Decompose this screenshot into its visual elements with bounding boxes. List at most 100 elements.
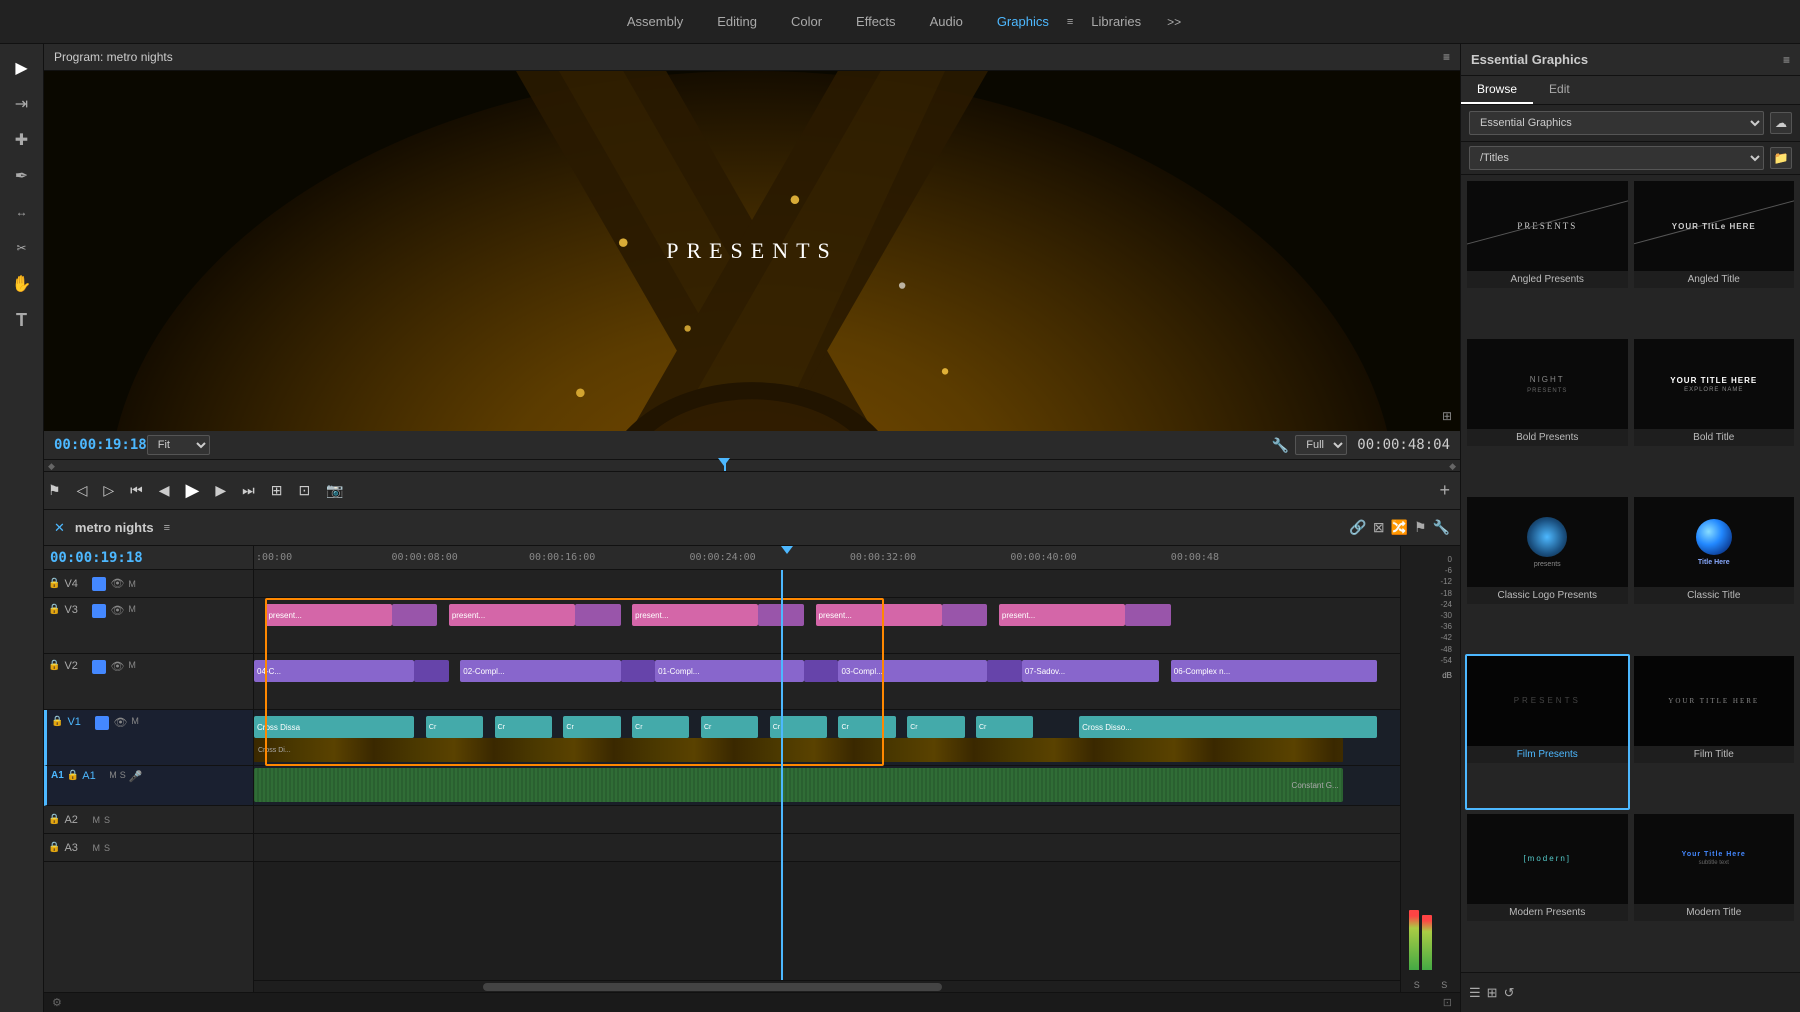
export-frame-btn[interactable]: 📷 [322, 480, 347, 501]
timeline-close-icon[interactable]: ✕ [54, 520, 65, 536]
graphics-modern-presents[interactable]: [modern] Modern Presents [1465, 812, 1630, 968]
hand-tool[interactable]: ✋ [6, 268, 38, 300]
track-a1-content[interactable]: Constant G... [254, 766, 1400, 806]
a1-lock[interactable]: 🔒 [67, 770, 79, 781]
track-a3-content[interactable] [254, 834, 1400, 862]
clip-v1-s1[interactable]: Cr [426, 716, 483, 738]
panel-grid-view-btn[interactable]: ⊞ [1487, 985, 1498, 1001]
monitor-menu-icon[interactable]: ≡ [1443, 50, 1450, 64]
step-fwd-btn[interactable]: ▶ [211, 480, 230, 501]
a1-solo[interactable]: S [120, 770, 126, 780]
clip-v2-6[interactable]: 06-Complex n... [1171, 660, 1377, 682]
a2-solo[interactable]: S [104, 815, 110, 825]
graphics-film-presents[interactable]: PRESENTS Film Presents [1465, 654, 1630, 810]
clip-v3-5[interactable]: present... [999, 604, 1125, 626]
graphics-bold-presents[interactable]: NIGHT PRESENTS Bold Presents [1465, 337, 1630, 493]
panel-menu-icon[interactable]: ≡ [1783, 53, 1790, 67]
clip-v3-cr2[interactable] [575, 604, 621, 626]
clip-v2-cr3[interactable] [804, 660, 838, 682]
razor-tool[interactable]: ✂ [6, 232, 38, 264]
quality-select[interactable]: Full 1/2 1/4 [1295, 435, 1347, 455]
clip-v2-1[interactable]: 04-C... [254, 660, 414, 682]
graphics-angled-title[interactable]: YOUR TItLe HERE Angled Title [1632, 179, 1797, 335]
go-to-out-btn[interactable]: ⏭ [238, 480, 259, 501]
timeline-tool-snap[interactable]: ⊠ [1373, 519, 1385, 536]
add-button-icon[interactable]: + [1439, 480, 1450, 501]
nav-more[interactable]: >> [1159, 11, 1189, 33]
pen-tool[interactable]: ✒ [6, 160, 38, 192]
graphics-modern-title[interactable]: Your Title Here subtitle text Modern Tit… [1632, 812, 1797, 968]
folder-icon-btn[interactable]: 📁 [1770, 147, 1792, 169]
track-v1-content[interactable]: Cross Dissa Cr Cr Cr Cr Cr Cr Cr Cr Cr C… [254, 710, 1400, 766]
track-v4-content[interactable] [254, 570, 1400, 598]
clip-v1-s3[interactable]: Cr [563, 716, 620, 738]
nav-libraries[interactable]: Libraries [1075, 8, 1157, 35]
clip-v2-5[interactable]: 07-Sadov... [1022, 660, 1160, 682]
a2-mute[interactable]: M [92, 815, 100, 825]
clip-v3-cr4[interactable] [942, 604, 988, 626]
mark-btn[interactable]: ◁ [73, 480, 92, 501]
a3-lock[interactable]: 🔒 [48, 842, 60, 853]
timeline-footer-settings[interactable]: ⚙ [52, 996, 62, 1009]
clip-v1-s2[interactable]: Cr [495, 716, 552, 738]
clip-v1-s7[interactable]: Cr [838, 716, 895, 738]
graphics-bold-title[interactable]: YOUR TITLE HERE EXPLORE NAME Bold Title [1632, 337, 1797, 493]
monitor-timeline-ruler[interactable]: ◆ ◆ [44, 460, 1460, 472]
panel-cloud-icon[interactable]: ☁ [1770, 112, 1792, 134]
timeline-tool-markers[interactable]: ⚑ [1414, 519, 1427, 536]
tab-edit[interactable]: Edit [1533, 76, 1586, 104]
v3-lock[interactable]: 🔒 [48, 604, 60, 615]
timeline-tool-ripple[interactable]: 🔗 [1349, 519, 1366, 536]
clip-v2-2[interactable]: 02-Compl... [460, 660, 620, 682]
timeline-footer-fit[interactable]: ⊡ [1443, 996, 1452, 1009]
graphics-angled-presents[interactable]: PRESENTS Angled Presents [1465, 179, 1630, 335]
clip-v2-3[interactable]: 01-Compl... [655, 660, 804, 682]
clip-v3-cr1[interactable] [392, 604, 438, 626]
clip-v2-4[interactable]: 03-Compl... [838, 660, 987, 682]
folder-dropdown[interactable]: /Titles [1469, 146, 1764, 170]
track-select-tool[interactable]: ⇥ [6, 88, 38, 120]
clip-v1-cross-disso[interactable]: Cross Disso... [1079, 716, 1377, 738]
scrollbar-thumb-h[interactable] [483, 983, 941, 991]
clip-v3-cr5[interactable] [1125, 604, 1171, 626]
clip-v3-2[interactable]: present... [449, 604, 575, 626]
v3-eye[interactable]: 👁 [110, 604, 124, 617]
clip-v3-3[interactable]: present... [632, 604, 758, 626]
nav-audio[interactable]: Audio [914, 8, 979, 35]
graphics-source-dropdown[interactable]: Essential Graphics [1469, 111, 1764, 135]
panel-list-view-btn[interactable]: ☰ [1469, 985, 1481, 1001]
graphics-classic-logo[interactable]: presents Classic Logo Presents [1465, 495, 1630, 651]
clip-v1-cross-di[interactable]: Cross Dissa [254, 716, 414, 738]
clip-v1-s5[interactable]: Cr [701, 716, 758, 738]
v4-eye[interactable]: 👁 [110, 577, 124, 590]
clip-v2-cr2[interactable] [621, 660, 655, 682]
clip-v3-1[interactable]: present... [265, 604, 391, 626]
panel-loop-btn[interactable]: ↺ [1504, 985, 1515, 1001]
v3-mute[interactable]: M [128, 604, 136, 614]
step-back-btn[interactable]: ◀ [155, 480, 174, 501]
v4-mute[interactable]: M [128, 579, 136, 589]
timeline-tool-settings[interactable]: 🔧 [1433, 519, 1450, 536]
timeline-scrollbar-h[interactable] [254, 980, 1400, 992]
nav-effects[interactable]: Effects [840, 8, 912, 35]
a3-solo[interactable]: S [104, 843, 110, 853]
v1-eye[interactable]: 👁 [113, 716, 127, 729]
a2-lock[interactable]: 🔒 [48, 814, 60, 825]
track-a2-content[interactable] [254, 806, 1400, 834]
nav-editing[interactable]: Editing [701, 8, 773, 35]
fit-select[interactable]: Fit 25% 50% 75% 100% [147, 435, 210, 455]
a3-mute[interactable]: M [92, 843, 100, 853]
clip-v1-s6[interactable]: Cr [770, 716, 827, 738]
v1-lock[interactable]: 🔒 [51, 716, 63, 727]
clip-v1-s4[interactable]: Cr [632, 716, 689, 738]
settings-icon[interactable]: 🔧 [1272, 437, 1289, 454]
graphics-film-title[interactable]: YOUR TITLE HERE Film Title [1632, 654, 1797, 810]
insert-btn[interactable]: ⊞ [267, 480, 287, 501]
v4-lock[interactable]: 🔒 [48, 578, 60, 589]
nav-assembly[interactable]: Assembly [611, 8, 699, 35]
text-tool[interactable]: T [6, 304, 38, 336]
clip-v2-cr4[interactable] [987, 660, 1021, 682]
overwrite-btn[interactable]: ⊡ [294, 480, 314, 501]
graphics-classic-title[interactable]: Title Here Classic Title [1632, 495, 1797, 651]
v2-mute[interactable]: M [128, 660, 136, 670]
